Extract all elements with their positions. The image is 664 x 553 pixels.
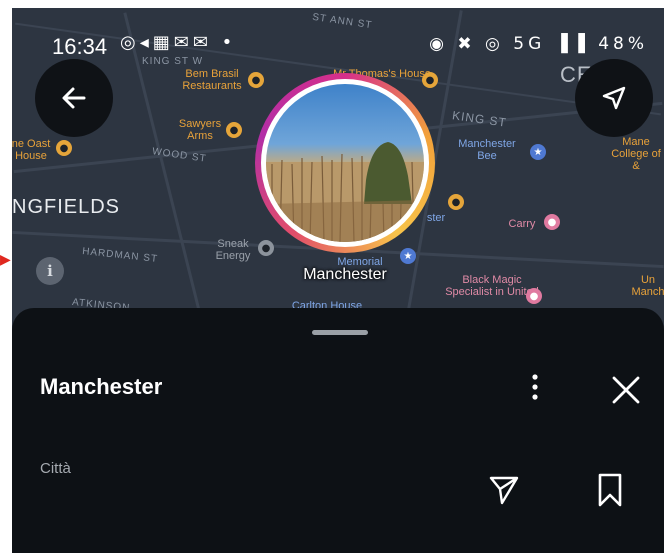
status-bar: 16:34 ◎◂▦✉✉ • ◉ ✖ ◎ 5G ▐▐ 48% (12, 8, 664, 72)
share-button[interactable] (484, 470, 524, 510)
location-sheet: Manchester Città (12, 308, 664, 553)
bar-icon[interactable]: ● (226, 122, 242, 138)
district-label: NGFIELDS (12, 196, 121, 218)
street-label: HARDMAN ST (81, 246, 159, 265)
close-button[interactable] (606, 370, 646, 410)
place-label[interactable]: Sneak Energy (208, 238, 258, 262)
save-button[interactable] (590, 470, 630, 510)
street-label: KING ST (451, 108, 508, 130)
star-icon[interactable]: ★ (400, 248, 416, 264)
close-icon (612, 376, 640, 404)
place-label[interactable]: Carry (502, 218, 542, 230)
notification-icons: ◎◂▦✉✉ • (120, 32, 237, 53)
navigate-button[interactable] (575, 59, 653, 137)
sheet-title: Manchester (40, 374, 163, 399)
place-label[interactable]: Manchester Bee (452, 138, 522, 162)
bookmark-icon (598, 473, 622, 507)
bar-icon[interactable]: ● (56, 140, 72, 156)
phone-screen: ST ANN ST KING ST W WOOD ST KING ST HARD… (12, 8, 664, 553)
shop-icon[interactable]: ● (258, 240, 274, 256)
place-label[interactable]: Mane College of & (608, 136, 664, 172)
status-time: 16:34 (52, 34, 108, 59)
place-label[interactable]: Sawyers Arms (170, 118, 230, 142)
bar-icon[interactable]: ● (422, 72, 438, 88)
more-options-button[interactable] (520, 370, 550, 404)
star-icon[interactable]: ★ (530, 144, 546, 160)
annotation-arrow-icon: ▶ (0, 251, 11, 267)
restaurant-icon[interactable]: ● (448, 194, 464, 210)
place-label[interactable]: ne Oast House (12, 138, 54, 162)
system-icons: ◉ ✖ ◎ 5G ▐▐ 48% (429, 34, 648, 54)
shop-icon[interactable]: ● (544, 214, 560, 230)
shop-icon[interactable]: ● (526, 288, 542, 304)
sheet-drag-handle[interactable] (312, 330, 368, 335)
send-icon (489, 476, 519, 505)
location-photo (266, 84, 424, 242)
more-vertical-icon (532, 374, 538, 400)
info-icon[interactable]: i (36, 257, 64, 285)
sheet-subtitle: Città (40, 460, 71, 477)
back-button[interactable] (35, 59, 113, 137)
arrow-left-icon (62, 87, 86, 109)
location-label: Manchester (303, 266, 387, 283)
restaurant-icon[interactable]: ● (248, 72, 264, 88)
navigation-arrow-icon (602, 86, 626, 110)
location-avatar[interactable] (255, 73, 435, 253)
